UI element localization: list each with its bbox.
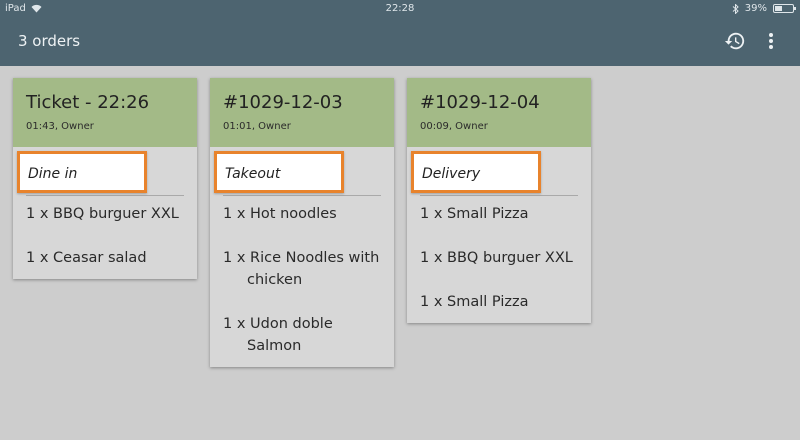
- order-card-body: Dine in 1 x BBQ burguer XXL 1 x Ceasar s…: [13, 147, 197, 279]
- battery-icon: [773, 4, 796, 13]
- more-vert-icon[interactable]: [762, 30, 780, 52]
- order-item: 1 x Udon doble Salmon: [223, 316, 333, 354]
- order-type-label: Delivery: [422, 166, 481, 182]
- order-items-list: 1 x Small Pizza 1 x BBQ burguer XXL 1 x …: [407, 197, 591, 323]
- status-bar: iPad 22:28 39%: [0, 0, 800, 18]
- order-item: 1 x Ceasar salad: [26, 250, 147, 266]
- order-card[interactable]: #1029-12-04 00:09, Owner Delivery 1 x Sm…: [407, 78, 591, 323]
- status-right: 39%: [732, 3, 796, 14]
- order-title: #1029-12-04: [420, 92, 540, 113]
- order-item: 1 x Small Pizza: [420, 206, 529, 222]
- order-card-header: Ticket - 22:26 01:43, Owner: [13, 78, 197, 147]
- battery-fill: [775, 6, 782, 11]
- order-card[interactable]: #1029-12-03 01:01, Owner Takeout 1 x Hot…: [210, 78, 394, 367]
- order-item: 1 x Hot noodles: [223, 206, 337, 222]
- order-items-list: 1 x Hot noodles 1 x Rice Noodles with ch…: [210, 197, 394, 367]
- order-type-highlight: Delivery: [411, 151, 541, 193]
- order-card-body: Takeout 1 x Hot noodles 1 x Rice Noodles…: [210, 147, 394, 367]
- order-title: #1029-12-03: [223, 92, 343, 113]
- order-type-highlight: Takeout: [214, 151, 344, 193]
- order-type-label: Dine in: [28, 166, 78, 182]
- order-card[interactable]: Ticket - 22:26 01:43, Owner Dine in 1 x …: [13, 78, 197, 279]
- divider: [420, 195, 578, 196]
- status-time: 22:28: [385, 3, 415, 14]
- bluetooth-icon: [732, 3, 739, 14]
- order-type-highlight: Dine in: [17, 151, 147, 193]
- battery-percent: 39%: [744, 3, 767, 14]
- order-card-body: Delivery 1 x Small Pizza 1 x BBQ burguer…: [407, 147, 591, 323]
- divider: [26, 195, 184, 196]
- order-item: 1 x BBQ burguer XXL: [26, 206, 179, 222]
- order-type-area: Takeout: [210, 147, 394, 197]
- order-card-header: #1029-12-04 00:09, Owner: [407, 78, 591, 147]
- order-card-header: #1029-12-03 01:01, Owner: [210, 78, 394, 147]
- order-item: 1 x Small Pizza: [420, 294, 529, 310]
- orders-count-title: 3 orders: [18, 32, 81, 50]
- order-item: 1 x Rice Noodles with chicken: [223, 250, 380, 288]
- order-subtitle: 01:43, Owner: [26, 121, 94, 132]
- order-subtitle: 01:01, Owner: [223, 121, 291, 132]
- order-type-area: Delivery: [407, 147, 591, 197]
- order-title: Ticket - 22:26: [26, 92, 150, 113]
- order-type-area: Dine in: [13, 147, 197, 197]
- order-type-label: Takeout: [225, 166, 281, 182]
- history-icon[interactable]: [724, 30, 746, 52]
- app-bar: 3 orders: [0, 18, 800, 66]
- order-subtitle: 00:09, Owner: [420, 121, 488, 132]
- order-items-list: 1 x BBQ burguer XXL 1 x Ceasar salad: [13, 197, 197, 279]
- order-item: 1 x BBQ burguer XXL: [420, 250, 573, 266]
- divider: [223, 195, 381, 196]
